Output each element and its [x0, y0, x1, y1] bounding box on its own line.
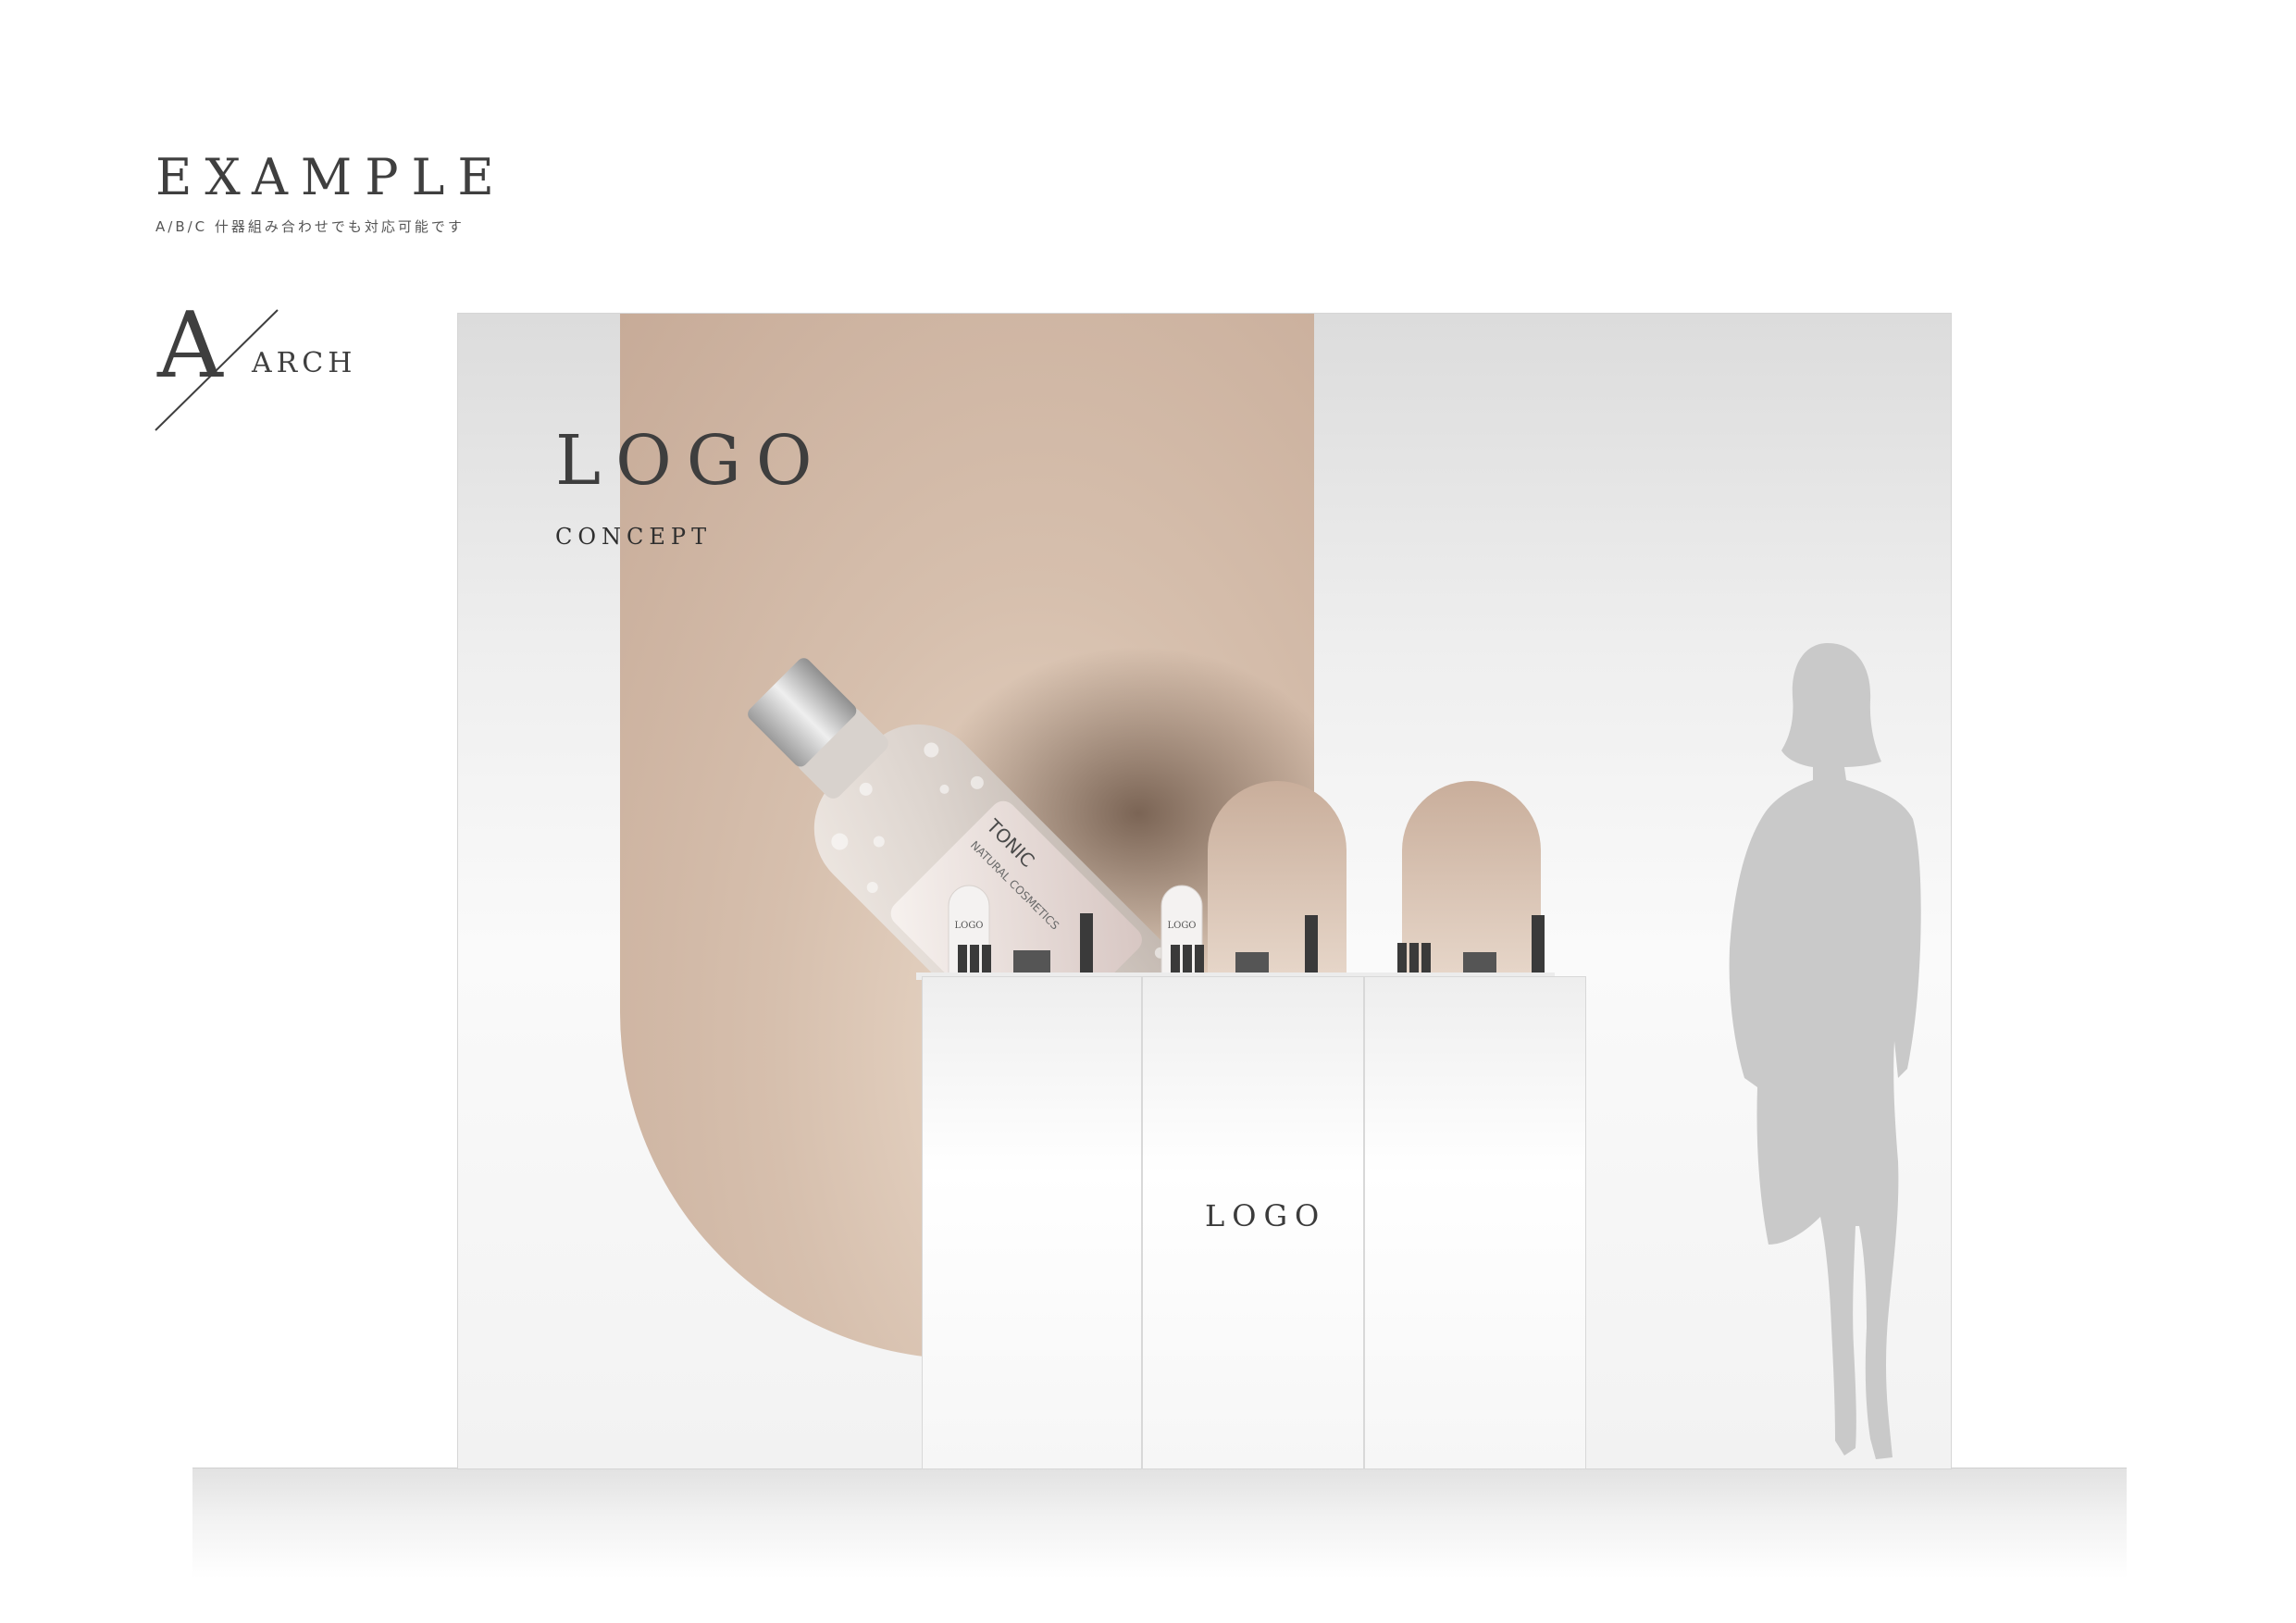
display-card-logo-2: LOGO — [1167, 921, 1196, 931]
wall-logo: LOGO — [555, 421, 827, 501]
page-subtitle: A/B/C 什器組み合わせでも対応可能です — [155, 218, 465, 235]
display-card-logo-1: LOGO — [954, 921, 983, 931]
wall-concept: CONCEPT — [555, 524, 713, 550]
mini-arch-1 — [1208, 781, 1347, 980]
counter-module-right — [1364, 976, 1586, 1469]
counter-module-left — [922, 976, 1142, 1469]
floor — [192, 1468, 2127, 1579]
person-silhouette-icon — [1729, 643, 1921, 1459]
page-title: EXAMPLE — [155, 148, 507, 206]
slash-line-icon — [155, 309, 279, 431]
arch-type-mark: A ARCH — [148, 301, 370, 440]
counter-logo: LOGO — [1205, 1198, 1327, 1233]
